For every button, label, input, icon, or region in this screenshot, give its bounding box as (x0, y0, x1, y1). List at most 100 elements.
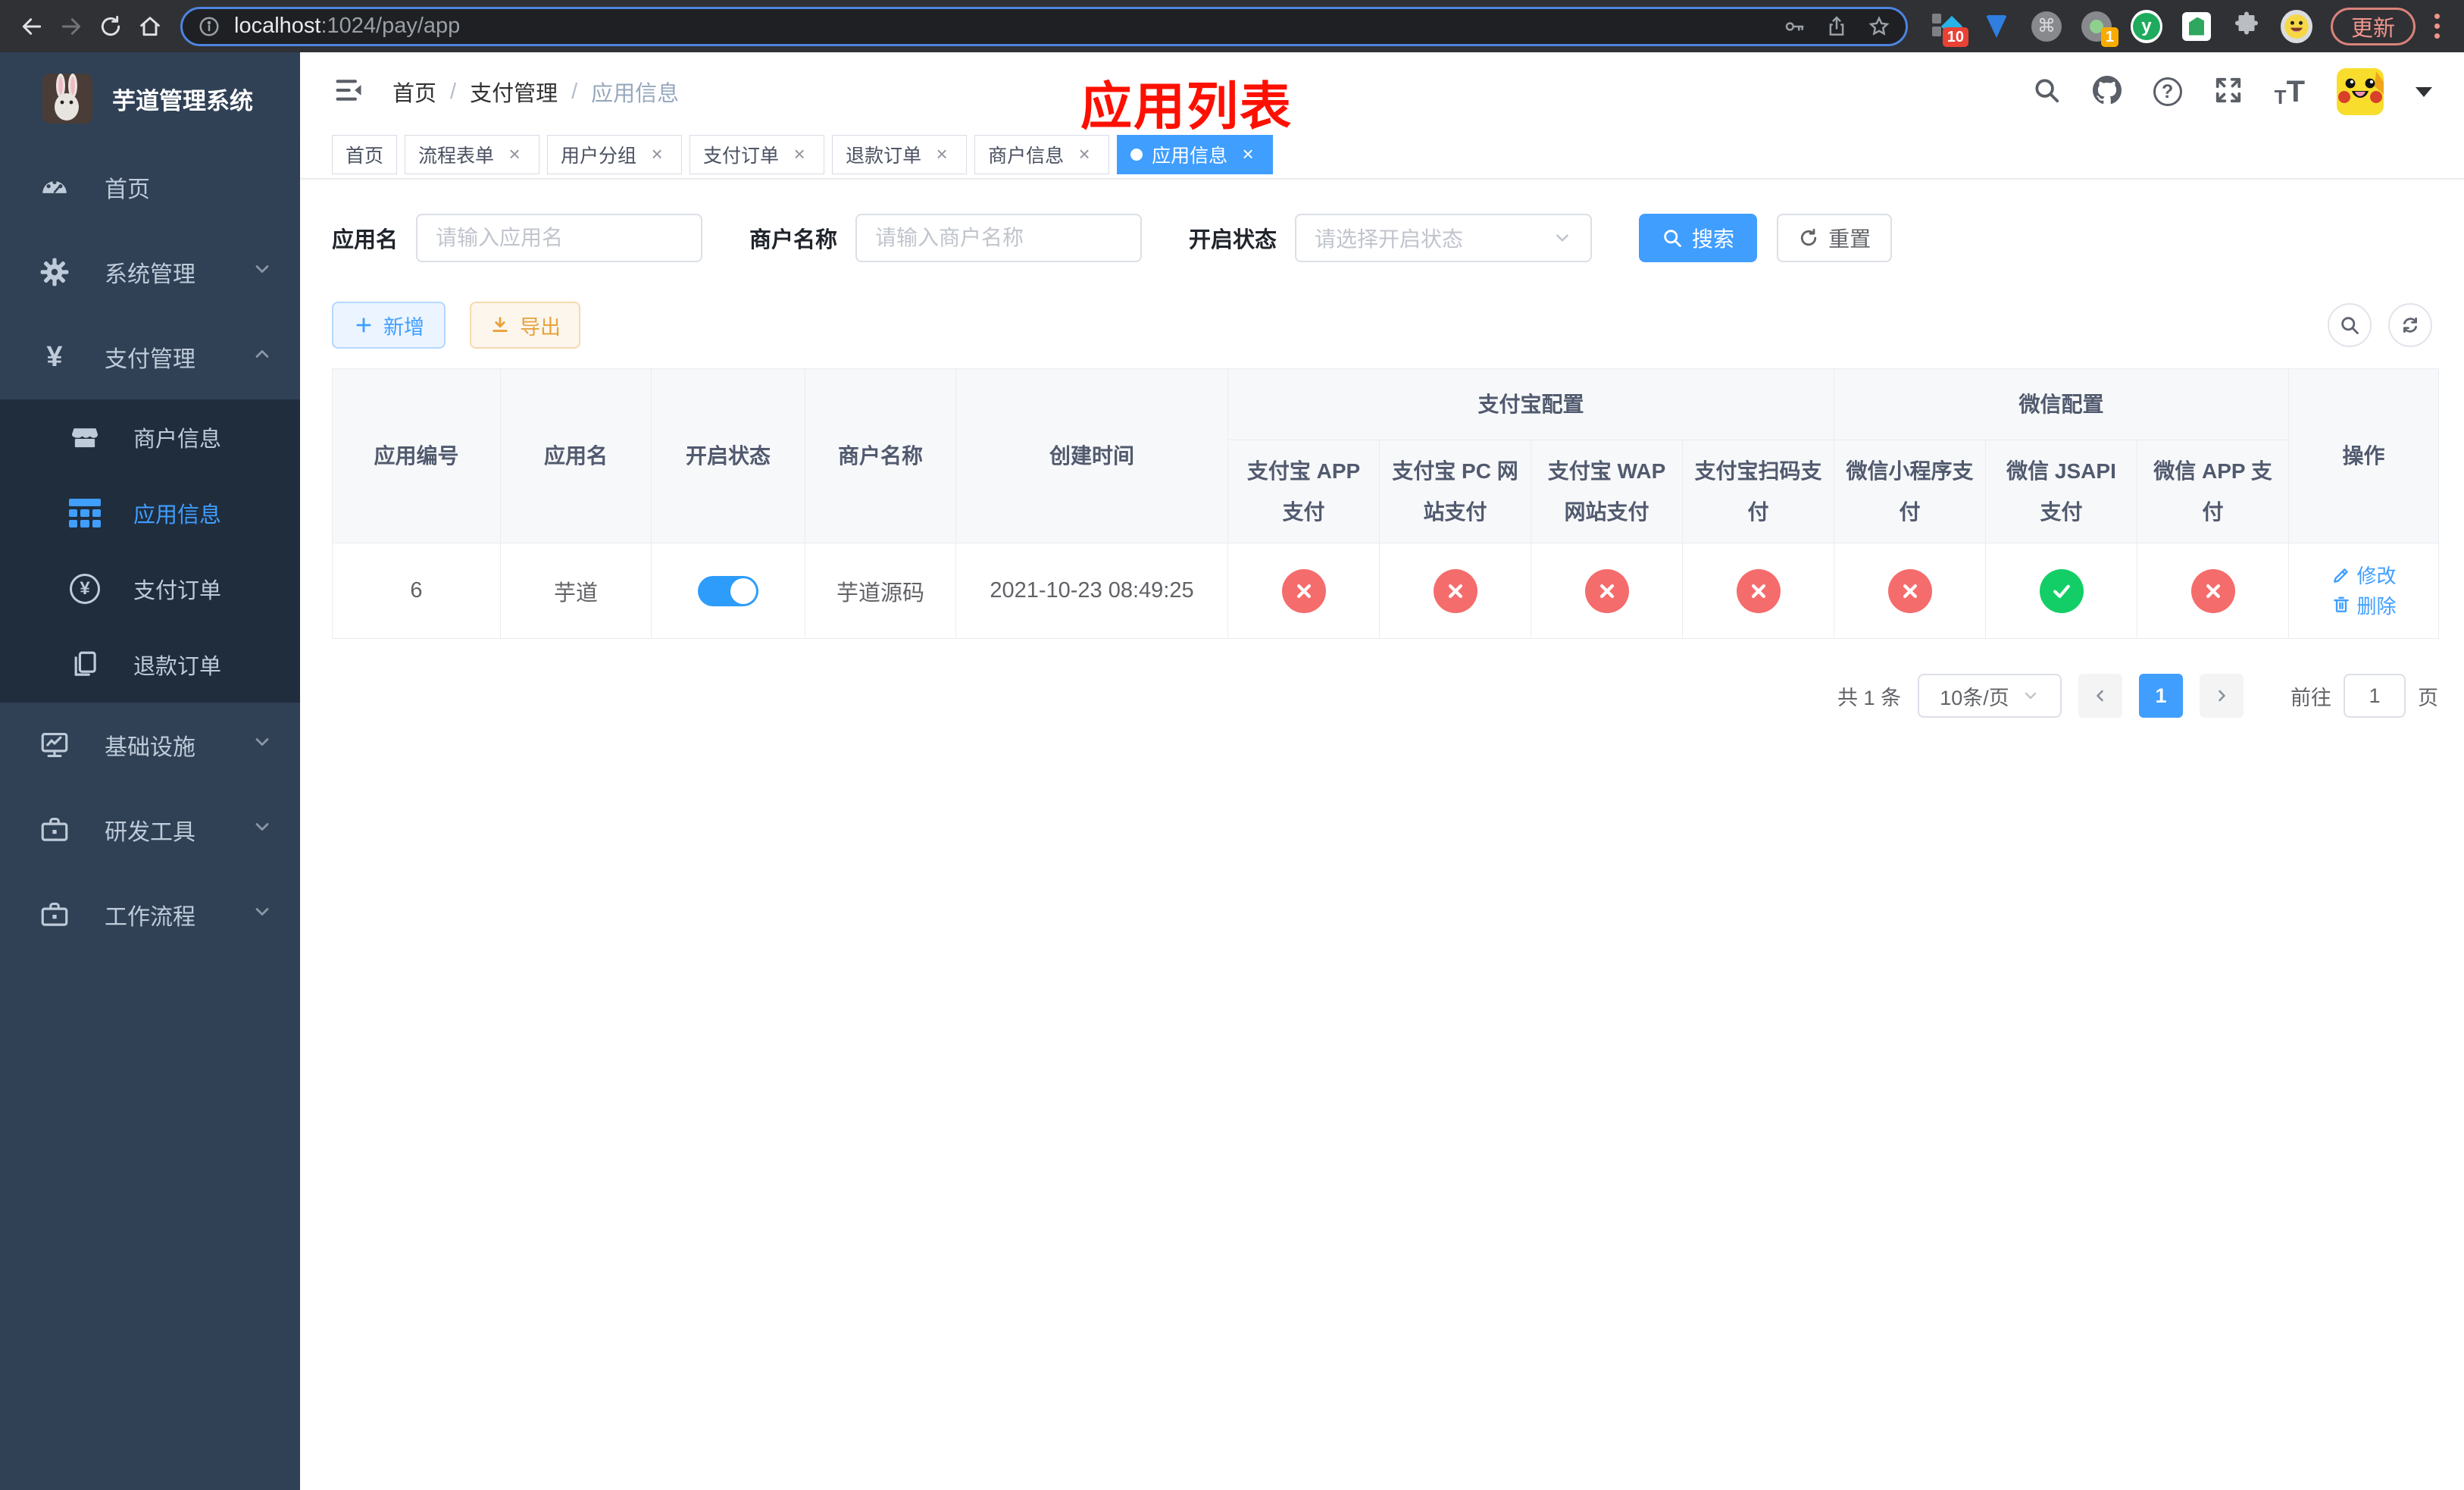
status-select[interactable]: 请选择开启状态 (1295, 214, 1593, 262)
close-icon[interactable]: × (1073, 143, 1096, 166)
extension-kite-icon[interactable] (1981, 11, 2012, 42)
tab-label: 支付订单 (703, 146, 780, 167)
breadcrumb-item[interactable]: 支付管理 (470, 76, 558, 108)
status-label: 开启状态 (1189, 228, 1277, 252)
cell-alipay-app (1227, 543, 1380, 639)
sidebar-item-label: 商户信息 (133, 427, 222, 452)
share-icon[interactable] (1825, 15, 1848, 38)
cell-app-name: 芋道 (500, 543, 652, 639)
browser-update-button[interactable]: 更新 (2330, 7, 2416, 45)
search-icon (1664, 230, 1681, 247)
next-page-button[interactable] (2200, 674, 2244, 718)
forward-icon[interactable] (52, 7, 91, 46)
toolbox-icon (36, 899, 73, 931)
sidebar-item-workflow[interactable]: 工作流程 (0, 872, 300, 957)
app-name-input[interactable] (416, 214, 703, 262)
puzzle-icon[interactable] (2231, 11, 2262, 42)
close-icon[interactable]: × (1237, 143, 1259, 166)
goto-prefix: 前往 (2290, 686, 2331, 709)
export-button[interactable]: 导出 (470, 302, 580, 349)
cell-actions: 修改 删除 (2288, 543, 2440, 639)
extension-badge: 1 (2100, 27, 2118, 47)
sidebar-item-dev-tools[interactable]: 研发工具 (0, 787, 300, 872)
search-button[interactable]: 搜索 (1639, 214, 1758, 262)
close-icon[interactable]: × (930, 143, 953, 166)
extension-notes-icon[interactable] (2181, 11, 2212, 42)
chevron-down-icon[interactable] (2416, 86, 2432, 97)
github-icon[interactable] (2092, 75, 2122, 108)
sidebar-item-pay-order[interactable]: ¥ 支付订单 (0, 551, 300, 627)
config-status-icon (1281, 568, 1326, 613)
extension-diamond-icon[interactable]: 10 (1931, 11, 1968, 47)
breadcrumb-item[interactable]: 首页 (392, 76, 436, 108)
table-row: 6 芋道 芋道源码 2021-10-23 08:49:25 修改 删除 (332, 543, 2440, 639)
tab-app-info[interactable]: 应用信息 × (1117, 135, 1274, 174)
reload-icon[interactable] (91, 7, 130, 46)
user-avatar[interactable] (2337, 68, 2384, 115)
app-logo[interactable]: 芋道管理系统 (0, 52, 300, 145)
tab-refund-order[interactable]: 退款订单 × (832, 135, 968, 174)
payment-submenu: 商户信息 应用信息 ¥ 支付订单 退款订单 (0, 399, 300, 703)
close-icon[interactable]: × (646, 143, 668, 166)
browser-toolbar: localhost:1024/pay/app 10 ⌘ 1 y 更新 (0, 0, 2464, 52)
cell-created: 2021-10-23 08:49:25 (955, 543, 1228, 639)
breadcrumb-item-current: 应用信息 (591, 82, 680, 106)
goto-page-input[interactable] (2344, 674, 2406, 718)
add-button[interactable]: 新增 (332, 302, 446, 349)
tab-pay-order[interactable]: 支付订单 × (689, 135, 825, 174)
monitor-chart-icon (36, 729, 73, 761)
tab-user-group[interactable]: 用户分组 × (547, 135, 683, 174)
page-number-1[interactable]: 1 (2139, 674, 2183, 718)
font-size-icon[interactable]: TT (2275, 75, 2305, 109)
sidebar-collapse-icon[interactable] (332, 74, 365, 111)
config-status-icon (2190, 568, 2235, 613)
sidebar-item-merchant-info[interactable]: 商户信息 (0, 399, 300, 475)
extension-command-icon[interactable]: ⌘ (2031, 11, 2062, 42)
cell-wechat-jsapi (1985, 543, 2138, 639)
sidebar-item-infra[interactable]: 基础设施 (0, 703, 300, 787)
edit-link[interactable]: 修改 (2331, 561, 2397, 589)
browser-menu-icon[interactable] (2422, 14, 2452, 39)
profile-avatar[interactable] (2280, 9, 2312, 43)
merchant-name-input[interactable] (855, 214, 1143, 262)
sidebar-item-system[interactable]: 系统管理 (0, 230, 300, 315)
table-grid-icon (67, 499, 103, 527)
back-icon[interactable] (12, 7, 52, 46)
tab-process-form[interactable]: 流程表单 × (405, 135, 540, 174)
show-search-button[interactable] (2328, 303, 2372, 347)
sidebar-item-app-info[interactable]: 应用信息 (0, 475, 300, 551)
sidebar-item-label: 支付订单 (133, 579, 222, 603)
url-text: localhost:1024/pay/app (234, 14, 461, 38)
close-icon[interactable]: × (788, 143, 811, 166)
extensions-area: 10 ⌘ 1 y (1931, 9, 2312, 47)
address-bar[interactable]: localhost:1024/pay/app (180, 6, 1908, 46)
extension-y-icon[interactable]: y (2130, 9, 2162, 43)
tab-home[interactable]: 首页 (332, 135, 398, 174)
extension-recorder-icon[interactable]: 1 (2081, 11, 2118, 47)
bookmark-star-icon[interactable] (1868, 15, 1890, 38)
home-icon[interactable] (130, 7, 170, 46)
cell-alipay-qr (1681, 543, 1835, 639)
info-icon[interactable] (198, 15, 220, 38)
refresh-icon (1800, 228, 1817, 246)
chevron-down-icon (252, 816, 273, 844)
prev-page-button[interactable] (2078, 674, 2122, 718)
sidebar-item-payment[interactable]: ¥ 支付管理 (0, 315, 300, 399)
filter-form: 应用名 商户名称 开启状态 请选择开启状态 (332, 214, 2432, 262)
help-icon[interactable]: ? (2153, 77, 2182, 106)
status-toggle[interactable] (698, 575, 758, 606)
reset-button[interactable]: 重置 (1777, 214, 1893, 262)
tab-merchant-info[interactable]: 商户信息 × (974, 135, 1110, 174)
search-icon[interactable] (2032, 76, 2061, 108)
sidebar-item-refund-order[interactable]: 退款订单 (0, 627, 300, 703)
delete-link[interactable]: 删除 (2331, 591, 2397, 619)
fullscreen-icon[interactable] (2214, 76, 2243, 108)
refresh-table-button[interactable] (2388, 303, 2432, 347)
page-size-select[interactable]: 10条/页 (1918, 674, 2062, 718)
sidebar-item-home[interactable]: 首页 (0, 145, 300, 230)
breadcrumb: 首页 / 支付管理 / 应用信息 (392, 76, 679, 108)
key-icon[interactable] (1783, 15, 1806, 38)
close-icon[interactable]: × (503, 143, 526, 166)
tab-label: 首页 (346, 146, 384, 167)
col-group-alipay: 支付宝配置 (1227, 368, 1835, 440)
